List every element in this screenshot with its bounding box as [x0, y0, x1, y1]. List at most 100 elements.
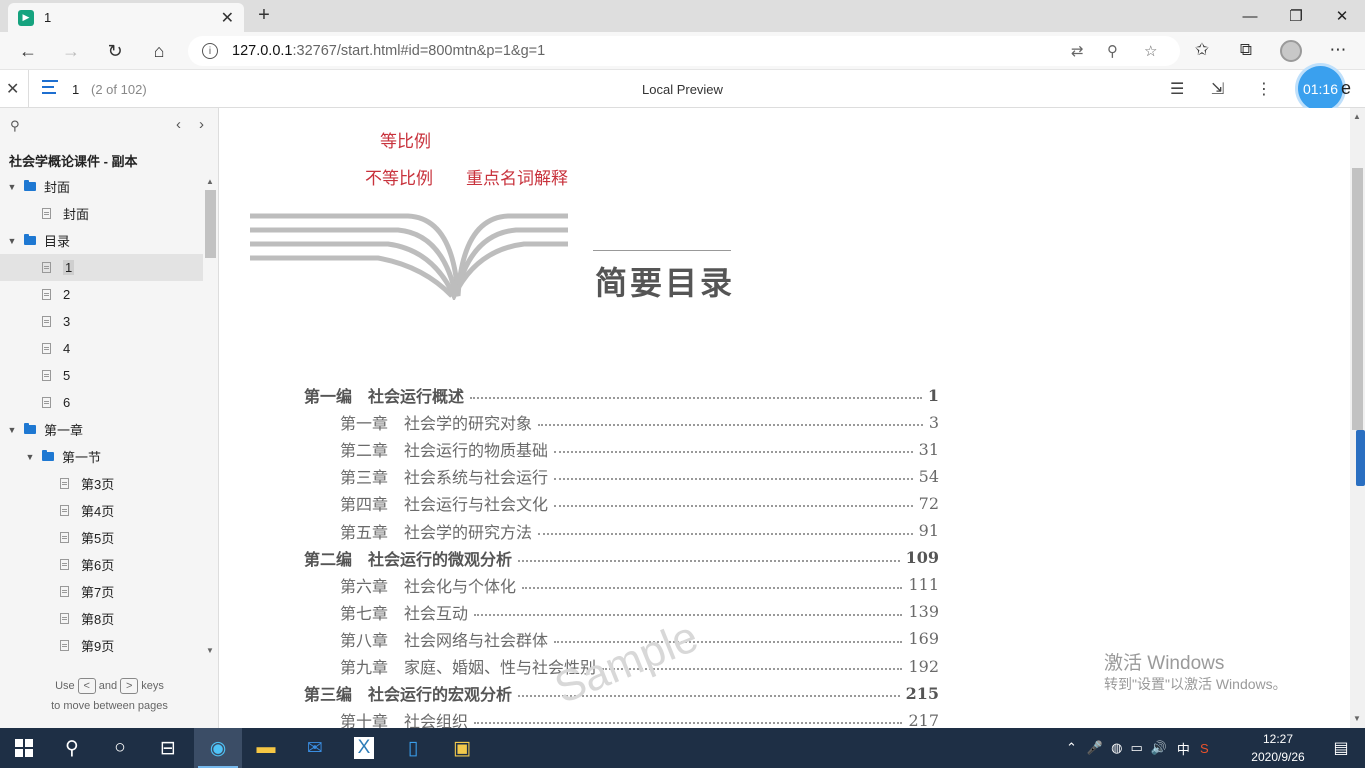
scroll-down-icon[interactable]: ▼	[1353, 714, 1361, 723]
link-equal-ratio[interactable]: 等比例	[380, 127, 431, 152]
collections-icon[interactable]: ⧉	[1234, 40, 1258, 60]
more-options-icon[interactable]: ⋮	[1256, 79, 1272, 99]
outline-page[interactable]: 2	[0, 281, 203, 308]
close-window-icon[interactable]: ✕	[1319, 0, 1365, 32]
scroll-down-icon[interactable]: ▼	[206, 646, 214, 655]
mail-icon[interactable]: ✉	[291, 728, 339, 768]
sidebar-scrollbar[interactable]: ▲ ▼	[204, 177, 217, 655]
favorites-icon[interactable]: ✩	[1190, 40, 1214, 60]
outline-menu-icon[interactable]	[42, 80, 58, 98]
task-view-icon[interactable]: ⊟	[144, 728, 192, 768]
toc-leader-dots	[554, 505, 913, 508]
zoom-icon[interactable]: ⚲	[1107, 42, 1118, 60]
volume-icon[interactable]: 🔊	[1151, 740, 1167, 756]
toc-chapter-row[interactable]: 第七章 社会互动 139	[340, 600, 939, 624]
notes-icon[interactable]: ☰	[1170, 79, 1184, 99]
export-icon[interactable]: ⇲	[1211, 79, 1224, 99]
address-bar: ← → ↻ ⌂ i 127.0.0.1:32767/start.html#id=…	[0, 32, 1365, 70]
toc-chapter-row[interactable]: 第十章 社会组织 217	[340, 708, 939, 728]
refresh-icon[interactable]: ↻	[101, 38, 129, 64]
phone-app-icon[interactable]: ▯	[389, 728, 437, 768]
more-menu-icon[interactable]: ⋯	[1326, 40, 1350, 60]
show-hidden-icon[interactable]: ⌃	[1066, 740, 1077, 756]
toc-chapter-row[interactable]: 第六章 社会化与个体化 111	[340, 573, 939, 597]
toc-part-row[interactable]: 第一编 社会运行概述 1	[304, 383, 939, 407]
outline-folder[interactable]: ▼ 封面	[0, 173, 203, 200]
expand-arrow-icon[interactable]: ▼	[24, 452, 36, 462]
page-icon	[60, 559, 69, 570]
ime-indicator[interactable]: 中	[1177, 739, 1190, 758]
outline-page[interactable]: 第8页	[0, 605, 203, 632]
forward-icon[interactable]: →	[57, 38, 85, 64]
outline-page[interactable]: 第6页	[0, 551, 203, 578]
notifications-icon[interactable]: ▤	[1317, 728, 1365, 768]
xmind-icon[interactable]: X	[340, 728, 388, 768]
scroll-up-icon[interactable]: ▲	[206, 177, 214, 186]
expand-arrow-icon[interactable]: ▼	[6, 425, 18, 435]
close-viewer-icon[interactable]: ✕	[6, 79, 19, 99]
profile-avatar[interactable]	[1280, 40, 1302, 62]
toc-chapter-row[interactable]: 第一章 社会学的研究对象 3	[340, 410, 939, 434]
outline-folder[interactable]: ▼ 目录	[0, 227, 203, 254]
outline-item-label: 第7页	[81, 585, 115, 600]
tab-strip: ▶ 1 ✕ + — ❐ ✕	[0, 0, 1365, 32]
scroll-up-icon[interactable]: ▲	[1353, 112, 1361, 121]
viewer-toolbar: ✕ 1 (2 of 102) Local Preview ☰ ⇲ ⋮	[0, 70, 1365, 108]
outline-page[interactable]: 3	[0, 308, 203, 335]
next-page-icon[interactable]: ›	[199, 116, 204, 133]
toc-page-number: 111	[908, 575, 939, 595]
battery-icon[interactable]: ▭	[1130, 740, 1142, 756]
start-windows-icon[interactable]	[0, 728, 48, 768]
translate-icon[interactable]: ⇄	[1071, 42, 1084, 60]
sogou-icon[interactable]: S	[1200, 741, 1209, 756]
microphone-icon[interactable]: 🎤	[1087, 740, 1103, 756]
search-icon[interactable]: ⚲	[10, 118, 20, 134]
outline-page[interactable]: 5	[0, 362, 203, 389]
expand-arrow-icon[interactable]: ▼	[6, 182, 18, 192]
search-icon[interactable]: ⚲	[48, 728, 96, 768]
toc-chapter-row[interactable]: 第四章 社会运行与社会文化 72	[340, 491, 939, 515]
toc-title: 第一章 社会学的研究对象	[340, 414, 533, 434]
url-field[interactable]: i 127.0.0.1:32767/start.html#id=800mtn&p…	[188, 36, 1180, 66]
presenter-app-icon[interactable]: ▣	[438, 728, 486, 768]
toc-chapter-row[interactable]: 第二章 社会运行的物质基础 31	[340, 437, 939, 461]
outline-page[interactable]: 第9页	[0, 632, 203, 659]
back-icon[interactable]: ←	[14, 38, 42, 64]
toc-part-row[interactable]: 第二编 社会运行的微观分析 109	[304, 546, 939, 570]
outline-sidebar: ⚲ ‹ › 社会学概论课件 - 副本 ▼ 封面 封面 ▼ 目录 1 2 3 4 5 6 ▼ 第一章 ▼ 第一…	[0, 108, 219, 728]
sidebar-scroll-thumb[interactable]	[205, 190, 216, 258]
expand-arrow-icon[interactable]: ▼	[6, 236, 18, 246]
outline-page[interactable]: 4	[0, 335, 203, 362]
toc-chapter-row[interactable]: 第五章 社会学的研究方法 91	[340, 519, 939, 543]
main-scroll-thumb[interactable]	[1352, 168, 1363, 430]
qq-icon[interactable]: ◍	[1111, 740, 1122, 756]
outline-page[interactable]: 第5页	[0, 524, 203, 551]
outline-folder[interactable]: ▼ 第一节	[0, 443, 203, 470]
edge-browser-icon[interactable]: ◉	[194, 728, 242, 768]
outline-page[interactable]: 第4页	[0, 497, 203, 524]
main-scrollbar[interactable]: ▲ ▼	[1350, 108, 1365, 728]
outline-page[interactable]: 6	[0, 389, 203, 416]
cortana-icon[interactable]: ○	[96, 728, 144, 768]
minimize-icon[interactable]: —	[1227, 0, 1273, 32]
timer-badge[interactable]: 01:16	[1298, 66, 1343, 111]
outline-page[interactable]: 封面	[0, 200, 203, 227]
outline-page[interactable]: 第7页	[0, 578, 203, 605]
close-tab-icon[interactable]: ✕	[221, 8, 234, 28]
file-explorer-icon[interactable]: ▬	[242, 728, 290, 768]
outline-page[interactable]: 1	[0, 254, 203, 281]
new-tab-icon[interactable]: +	[252, 4, 276, 27]
toc-leader-dots	[554, 451, 913, 454]
restore-icon[interactable]: ❐	[1273, 0, 1319, 32]
link-key-terms[interactable]: 重点名词解释	[466, 164, 568, 189]
outline-folder[interactable]: ▼ 第一章	[0, 416, 203, 443]
prev-page-icon[interactable]: ‹	[176, 116, 181, 133]
info-icon[interactable]: i	[202, 43, 218, 59]
home-icon[interactable]: ⌂	[145, 38, 173, 64]
browser-tab[interactable]: ▶ 1 ✕	[8, 3, 244, 32]
link-unequal-ratio[interactable]: 不等比例	[365, 164, 433, 189]
toc-chapter-row[interactable]: 第三章 社会系统与社会运行 54	[340, 464, 939, 488]
outline-page[interactable]: 第3页	[0, 470, 203, 497]
favorite-star-icon[interactable]: ☆	[1144, 42, 1157, 60]
system-clock[interactable]: 12:27 2020/9/26	[1246, 730, 1310, 766]
